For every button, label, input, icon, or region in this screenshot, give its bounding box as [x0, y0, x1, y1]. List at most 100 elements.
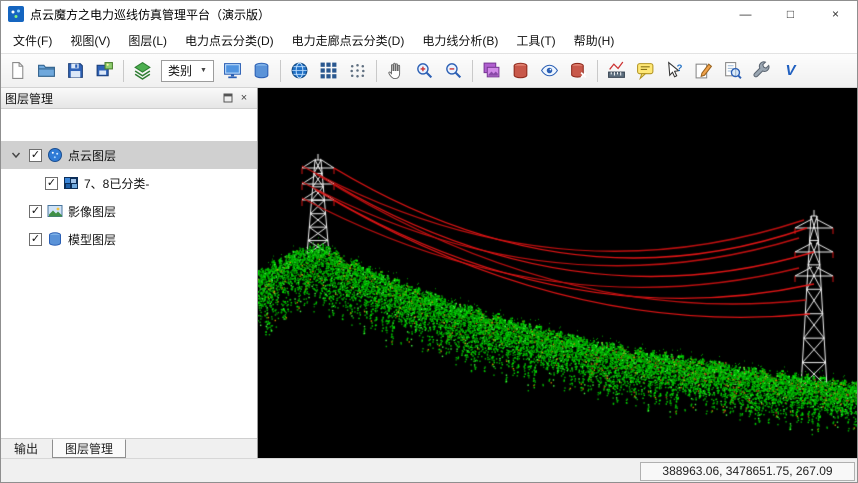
pan-button[interactable]	[382, 58, 409, 84]
layer-manager-panel: 图层管理 × ✓ 点云图层 ✓ 7、8已分类-	[0, 88, 258, 458]
title-bar: 点云魔方之电力巡线仿真管理平台（演示版） — □ ×	[0, 0, 858, 28]
tools-wrench-button[interactable]	[748, 58, 775, 84]
search-document-icon	[723, 61, 742, 80]
app-icon	[8, 6, 24, 22]
monitor-icon	[223, 61, 242, 80]
eye-icon	[540, 61, 559, 80]
menu-power-corridor-classify[interactable]: 电力走廊点云分类(D)	[283, 28, 414, 53]
coordinate-readout: 388963.06, 3478651.75, 267.09	[640, 462, 855, 481]
wrench-icon	[752, 61, 771, 80]
tree-item-model-layer[interactable]: ✓ 模型图层	[0, 225, 257, 253]
open-file-button[interactable]	[33, 58, 60, 84]
display-settings-button[interactable]	[219, 58, 246, 84]
point-cloud-layer-checkbox[interactable]: ✓	[29, 149, 42, 162]
classified-dataset-icon	[63, 175, 79, 191]
open-folder-icon	[37, 61, 56, 80]
classification-layers-icon	[133, 61, 152, 80]
version-button[interactable]: V	[777, 58, 804, 84]
database-button[interactable]	[248, 58, 275, 84]
main-area: 图层管理 × ✓ 点云图层 ✓ 7、8已分类-	[0, 88, 858, 458]
measure-button[interactable]	[603, 58, 630, 84]
zoom-out-button[interactable]	[440, 58, 467, 84]
save-image-button[interactable]	[91, 58, 118, 84]
point-grid-icon	[348, 61, 367, 80]
float-panel-button[interactable]	[220, 90, 236, 106]
image-stack-button[interactable]	[478, 58, 505, 84]
panel-header: 图层管理 ×	[0, 88, 257, 109]
search-document-button[interactable]	[719, 58, 746, 84]
red-database-button[interactable]	[507, 58, 534, 84]
menu-view[interactable]: 视图(V)	[61, 28, 119, 53]
layer-label: 点云图层	[68, 147, 116, 164]
maximize-button[interactable]: □	[768, 0, 813, 28]
zoom-in-button[interactable]	[411, 58, 438, 84]
layer-tree: ✓ 点云图层 ✓ 7、8已分类- ✓ 影像图层	[0, 109, 257, 439]
menu-powerline-analysis[interactable]: 电力线分析(B)	[413, 28, 507, 53]
zoom-in-icon	[415, 61, 434, 80]
measure-icon	[607, 61, 626, 80]
toolbar-separator	[376, 60, 377, 82]
grid-icon	[319, 61, 338, 80]
menu-help[interactable]: 帮助(H)	[565, 28, 624, 53]
context-help-button[interactable]: ?	[661, 58, 688, 84]
dock-tab-bar: 输出 图层管理	[0, 439, 257, 458]
status-bar: 388963.06, 3478651.75, 267.09	[0, 458, 858, 483]
layer-label: 7、8已分类-	[84, 175, 149, 192]
red-database-remove-button[interactable]	[565, 58, 592, 84]
viewport-container	[258, 88, 858, 458]
close-panel-button[interactable]: ×	[236, 90, 252, 106]
menu-layer[interactable]: 图层(L)	[119, 28, 176, 53]
globe-button[interactable]	[286, 58, 313, 84]
point-grid-button[interactable]	[344, 58, 371, 84]
edit-button[interactable]	[690, 58, 717, 84]
globe-icon	[290, 61, 309, 80]
menu-tools[interactable]: 工具(T)	[507, 28, 564, 53]
classification-layers-button[interactable]	[129, 58, 156, 84]
grid-view-button[interactable]	[315, 58, 342, 84]
toolbar-separator	[472, 60, 473, 82]
visibility-button[interactable]	[536, 58, 563, 84]
toolbar-separator	[597, 60, 598, 82]
panel-title: 图层管理	[5, 90, 220, 107]
image-layer-icon	[47, 203, 63, 219]
image-layer-checkbox[interactable]: ✓	[29, 205, 42, 218]
layer-label: 影像图层	[68, 203, 116, 220]
menu-file[interactable]: 文件(F)	[4, 28, 61, 53]
layer-label: 模型图层	[68, 231, 116, 248]
category-dropdown[interactable]: 类别 ▼	[161, 60, 214, 82]
tree-item-image-layer[interactable]: ✓ 影像图层	[0, 197, 257, 225]
point-cloud-layer-icon	[47, 147, 63, 163]
red-database-icon	[511, 61, 530, 80]
annotation-button[interactable]	[632, 58, 659, 84]
chevron-down-icon: ▼	[200, 67, 207, 74]
pan-hand-icon	[386, 61, 405, 80]
window-title: 点云魔方之电力巡线仿真管理平台（演示版）	[30, 6, 270, 23]
tree-item-classified-78[interactable]: ✓ 7、8已分类-	[0, 169, 257, 197]
save-image-icon	[95, 61, 114, 80]
tab-output[interactable]: 输出	[2, 439, 50, 458]
tab-layer-manager[interactable]: 图层管理	[52, 439, 126, 458]
tree-item-point-cloud-layer[interactable]: ✓ 点云图层	[0, 141, 257, 169]
menu-power-pointcloud-classify[interactable]: 电力点云分类(D)	[176, 28, 283, 53]
viewport-3d[interactable]	[258, 88, 858, 458]
annotation-bubble-icon	[636, 61, 655, 80]
close-button[interactable]: ×	[813, 0, 858, 28]
save-button[interactable]	[62, 58, 89, 84]
database-icon	[252, 61, 271, 80]
toolbar-separator	[123, 60, 124, 82]
float-panel-icon	[223, 93, 233, 103]
model-layer-checkbox[interactable]: ✓	[29, 233, 42, 246]
new-file-button[interactable]	[4, 58, 31, 84]
image-stack-icon	[482, 61, 501, 80]
minimize-button[interactable]: —	[723, 0, 768, 28]
toolbar-separator	[280, 60, 281, 82]
classified-78-checkbox[interactable]: ✓	[45, 177, 58, 190]
save-icon	[66, 61, 85, 80]
toolbar: 类别 ▼ ? V	[0, 54, 858, 88]
help-cursor-icon: ?	[665, 61, 684, 80]
svg-text:?: ?	[677, 63, 683, 74]
edit-pencil-icon	[694, 61, 713, 80]
red-database-remove-icon	[569, 61, 588, 80]
expand-arrow-icon[interactable]	[8, 150, 24, 160]
v-logo-icon: V	[785, 62, 795, 79]
